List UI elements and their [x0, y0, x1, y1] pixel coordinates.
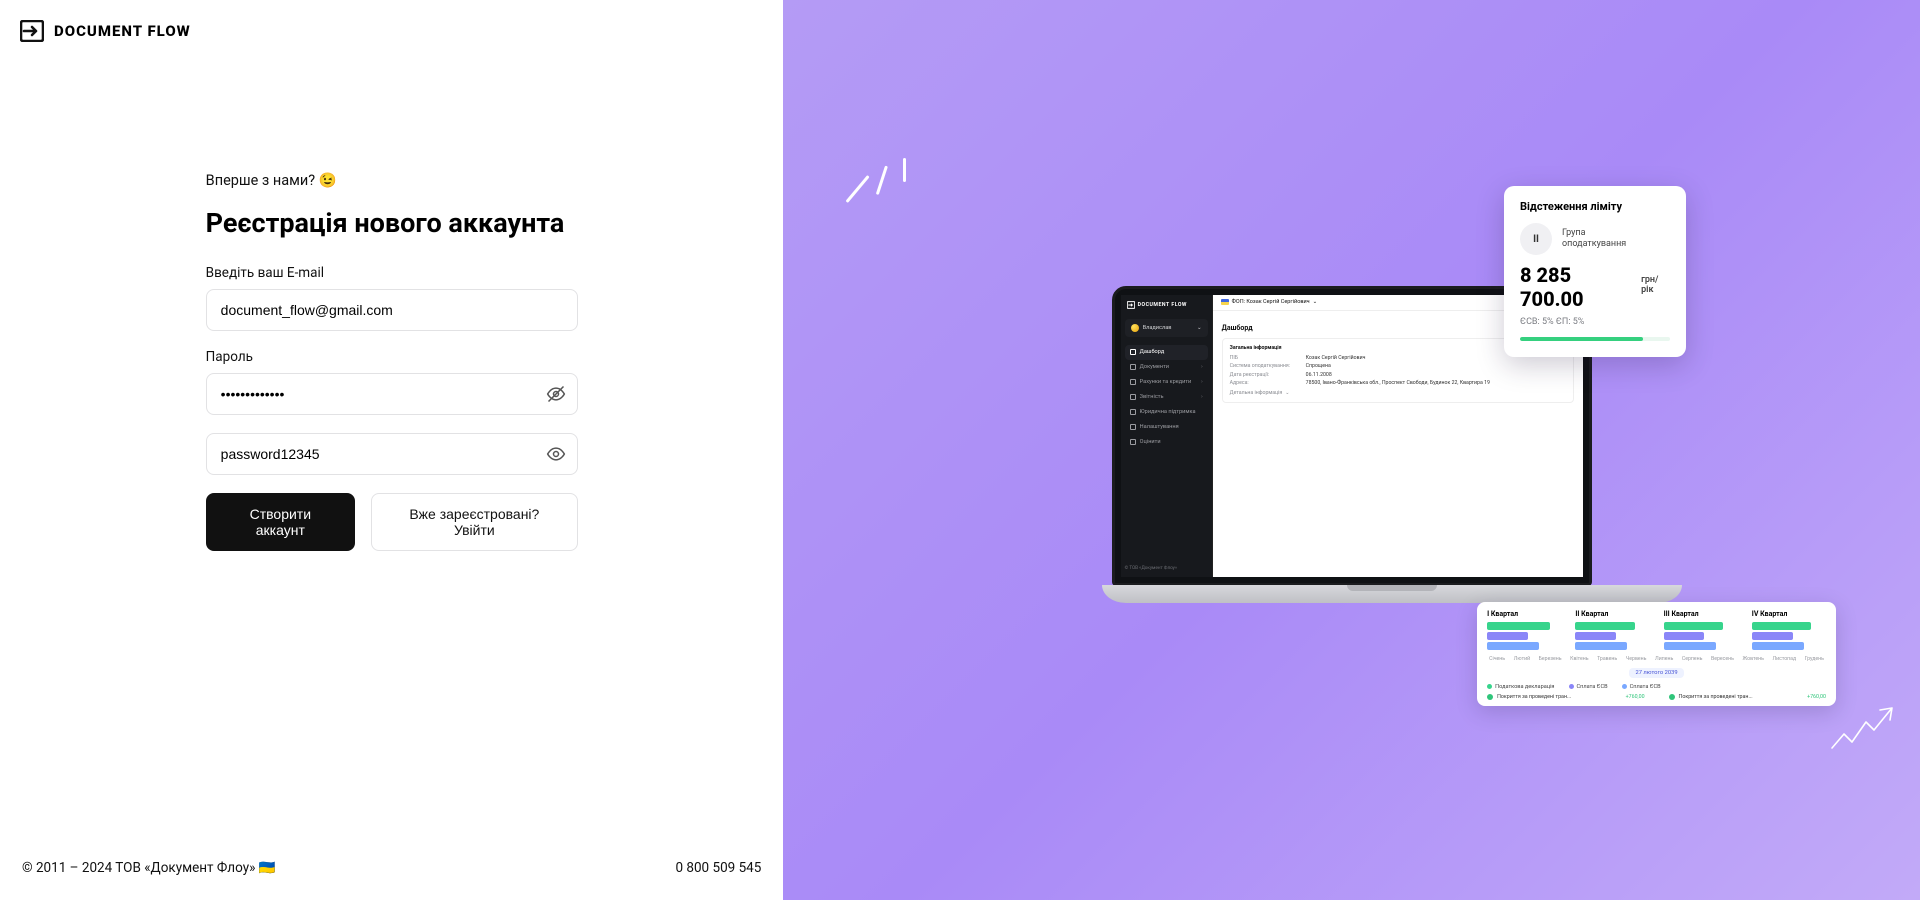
tax-group-badge: II: [1520, 223, 1552, 255]
form-subtitle: Вперше з нами? 😉: [206, 172, 578, 189]
chart-legend: Податкова декларація Сплата ЄСВ Сплата Є…: [1487, 684, 1826, 690]
app-logo: DOCUMENT FLOW: [20, 20, 763, 42]
trend-zigzag-icon: [1830, 704, 1900, 754]
logo-icon: [20, 20, 44, 42]
footer-phone: 0 800 509 545: [675, 860, 761, 876]
q1-label: I Квартал: [1487, 610, 1561, 618]
months-row: СіченьЛютий БерезеньКвітень ТравеньЧерве…: [1487, 656, 1826, 662]
q2-label: II Квартал: [1575, 610, 1649, 618]
email-label: Введіть ваш E-mail: [206, 265, 578, 281]
form-title: Реєстрація нового аккаунта: [206, 207, 578, 239]
limit-unit: грн/рік: [1641, 275, 1670, 295]
preview-user: Владислав⌄: [1125, 319, 1208, 337]
preview-logo: DOCUMENT FLOW: [1121, 295, 1212, 319]
password-input[interactable]: [206, 373, 578, 415]
eye-off-icon[interactable]: [546, 384, 566, 404]
already-registered-button[interactable]: Вже зареєстровані? Увійти: [371, 493, 578, 551]
limit-title: Відстеження ліміту: [1520, 200, 1670, 213]
tax-group-label: Група оподаткування: [1562, 228, 1626, 251]
password-label: Пароль: [206, 349, 578, 365]
footer-copyright: © 2011 – 2024 ТОВ «Документ Флоу» 🇺🇦: [22, 860, 276, 876]
limit-card: Відстеження ліміту II Група оподаткуванн…: [1504, 186, 1686, 357]
password-confirm-input[interactable]: [206, 433, 578, 475]
limit-taxes: ЄСВ: 5% ЄП: 5%: [1520, 317, 1670, 327]
create-account-button[interactable]: Створити аккаунт: [206, 493, 355, 551]
logo-text: DOCUMENT FLOW: [54, 22, 191, 40]
email-input[interactable]: [206, 289, 578, 331]
q4-label: IV Квартал: [1752, 610, 1826, 618]
quarters-strip: I Квартал II Квартал III Квартал IV Квар…: [1477, 602, 1836, 706]
eye-icon[interactable]: [546, 444, 566, 464]
marketing-preview: Відстеження ліміту II Група оподаткуванн…: [783, 0, 1920, 900]
date-chip: 27 лютого 2039: [1629, 668, 1683, 678]
limit-progress: [1520, 337, 1670, 341]
q3-label: III Квартал: [1664, 610, 1738, 618]
limit-amount: 8 285 700.00: [1520, 263, 1636, 311]
